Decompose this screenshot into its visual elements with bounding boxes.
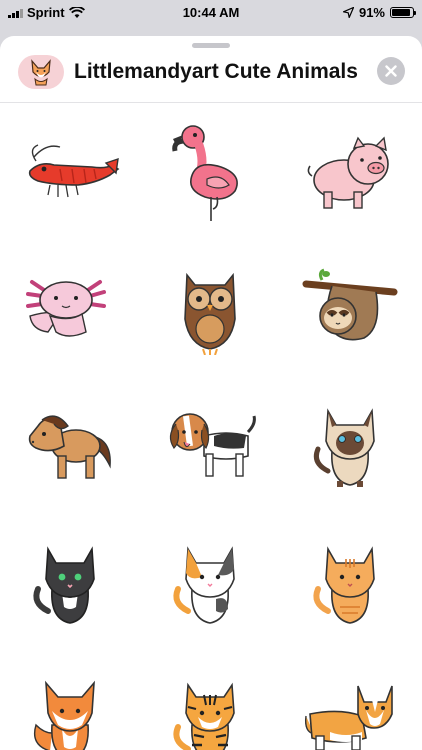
battery-percent: 91% xyxy=(358,5,385,20)
sticker-orange-cat[interactable] xyxy=(280,514,420,650)
sticker-fox[interactable] xyxy=(0,650,140,750)
sticker-sheet: Littlemandyart Cute Animals xyxy=(0,36,422,750)
sticker-shrimp[interactable] xyxy=(0,106,140,242)
sticker-siamese-cat[interactable] xyxy=(280,378,420,514)
sticker-owl[interactable] xyxy=(140,242,280,378)
page-title: Littlemandyart Cute Animals xyxy=(74,60,358,83)
sticker-beagle[interactable] xyxy=(140,378,280,514)
location-arrow-icon xyxy=(342,7,354,18)
fox-icon xyxy=(18,55,64,89)
status-right: 91% xyxy=(342,5,416,20)
sticker-horse[interactable] xyxy=(0,378,140,514)
sheet-grabber[interactable] xyxy=(192,43,230,48)
close-button[interactable] xyxy=(377,57,405,85)
sticker-pig[interactable] xyxy=(280,106,420,242)
sticker-grid xyxy=(0,106,422,750)
sheet-header: Littlemandyart Cute Animals xyxy=(0,52,422,103)
sticker-axolotl[interactable] xyxy=(0,242,140,378)
battery-icon xyxy=(390,7,416,18)
sticker-corgi[interactable] xyxy=(280,650,420,750)
battery-fill xyxy=(392,9,411,16)
sticker-black-cat[interactable] xyxy=(0,514,140,650)
sticker-calico-cat[interactable] xyxy=(140,514,280,650)
sticker-tiger[interactable] xyxy=(140,650,280,750)
sticker-sloth[interactable] xyxy=(280,242,420,378)
sticker-flamingo[interactable] xyxy=(140,106,280,242)
close-icon xyxy=(385,65,397,77)
status-bar: Sprint 10:44 AM 91% xyxy=(0,0,422,26)
